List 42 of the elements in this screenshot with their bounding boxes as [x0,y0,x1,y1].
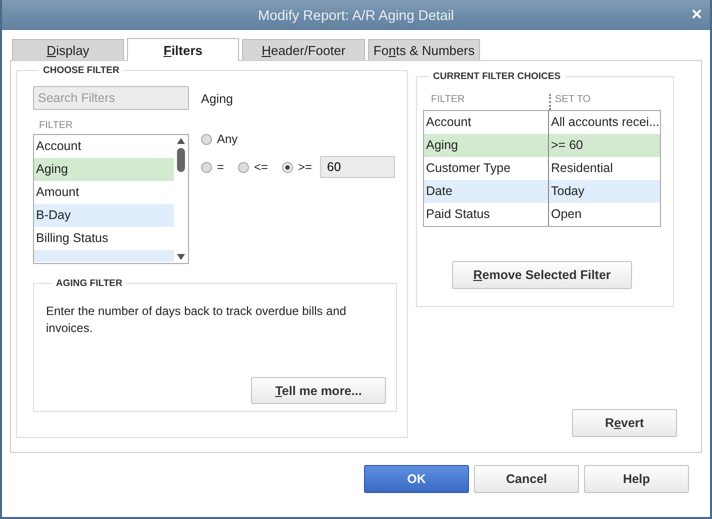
table-cell[interactable]: Today [549,180,584,203]
tab[interactable]: Header/Footer [242,39,365,60]
scroll-down-icon[interactable] [176,253,186,261]
group-title: CURRENT FILTER CHOICES [432,71,562,82]
tab[interactable]: Filters [127,38,239,61]
remove-filter-button[interactable]: Remove Selected Filter [452,261,632,289]
radio-option[interactable]: Any [201,132,383,146]
ok-button[interactable]: OK [364,465,469,493]
radio-option[interactable]: = [201,160,224,174]
table-cell[interactable]: Date [424,180,549,203]
window-title: Modify Report: A/R Aging Detail [258,7,454,23]
scrollbar[interactable] [174,135,188,263]
tab[interactable]: Display [12,39,124,60]
column-header: FILTER [39,120,74,131]
scroll-up-icon[interactable] [176,137,186,145]
table-cell[interactable]: All accounts recei... [549,111,660,134]
table-cell[interactable]: Residential [549,157,613,180]
column-header: SET TO [549,94,591,110]
days-field[interactable]: 60 [320,156,396,178]
list-item[interactable]: Account [34,135,174,158]
list-item[interactable]: Amount [34,181,174,204]
group-title: AGING FILTER [55,278,124,289]
dialog-button[interactable]: Help [584,465,689,493]
radio-option[interactable]: <= [238,160,268,174]
tab[interactable]: Fonts & Numbers [368,39,480,60]
table-cell[interactable]: Paid Status [424,203,549,226]
dialog-button[interactable]: Cancel [474,465,579,493]
revert-button[interactable]: Revert [572,409,677,437]
search-field[interactable]: Search Filters [33,86,189,110]
scroll-thumb[interactable] [177,148,185,172]
radio-option[interactable]: >= [282,160,312,174]
table-cell[interactable]: >= 60 [549,134,583,157]
description-text: Enter the number of days back to track overdue bills and invoices. [46,303,348,337]
column-header: FILTER [431,94,466,107]
table-cell[interactable]: Open [549,203,582,226]
table-cell[interactable]: Aging [424,134,549,157]
tell-me-more-button[interactable]: Tell me more... [251,377,386,404]
list-item[interactable]: Billing Status [34,227,174,250]
list-item[interactable]: B-Day [34,204,174,227]
list-item[interactable]: Aging [34,158,174,181]
group-title: CHOOSE FILTER [42,65,120,76]
filter-title: Aging [201,92,234,106]
